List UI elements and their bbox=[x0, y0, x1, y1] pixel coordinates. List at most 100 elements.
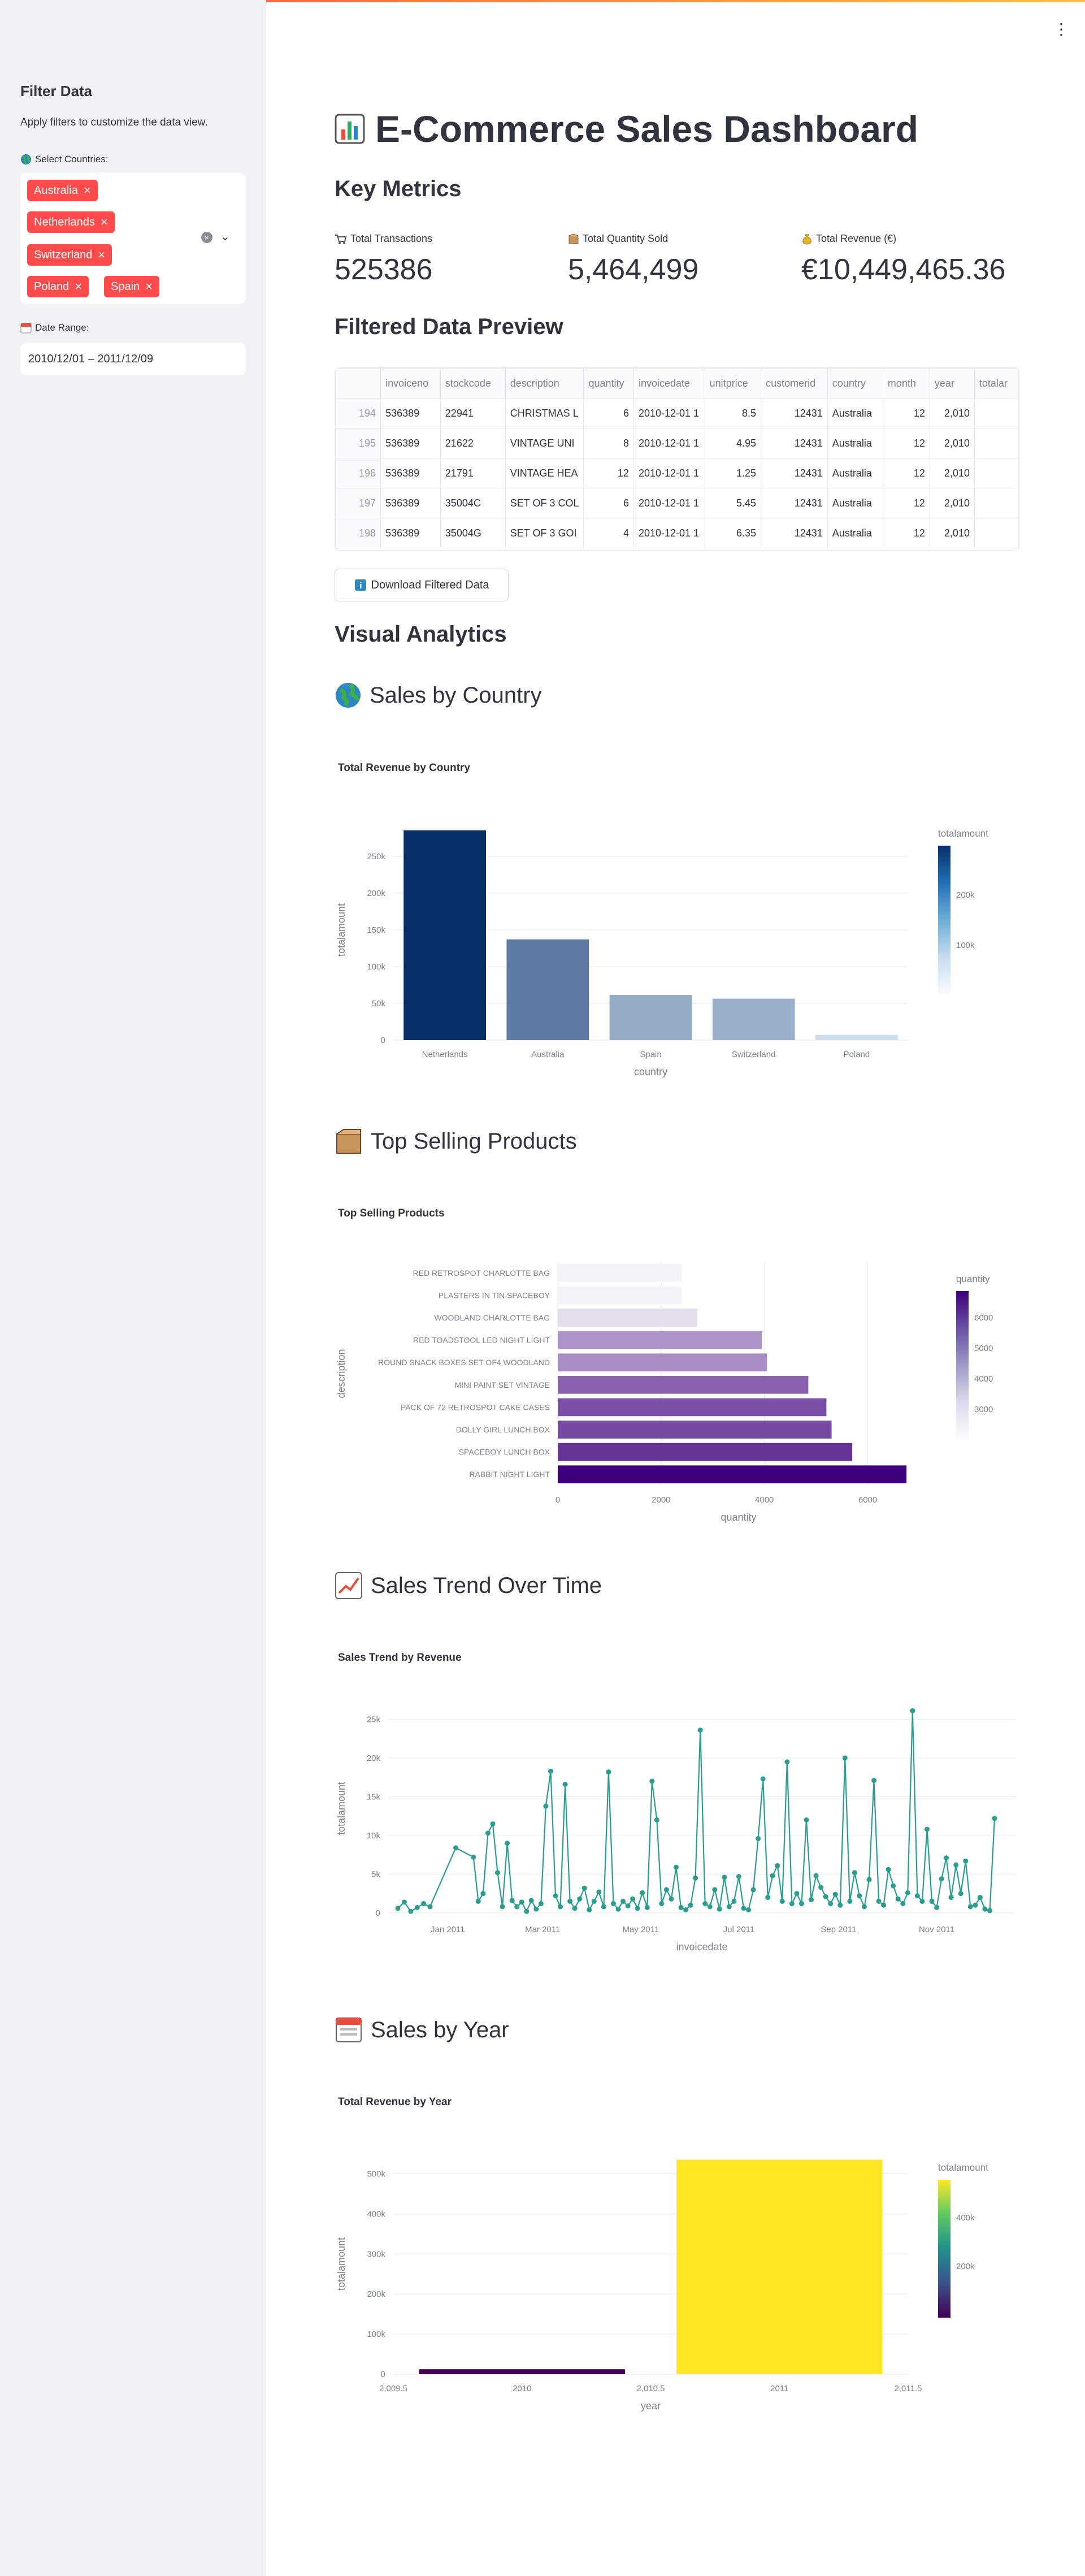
colorbar-tick: 5000 bbox=[974, 1344, 993, 1353]
data-table[interactable]: invoiceno stockcode description quantity… bbox=[335, 367, 1019, 551]
bar bbox=[558, 1465, 907, 1484]
table-row[interactable]: 194 536389 22941 CHRISTMAS L 6 2010-12-01 1 8.… bbox=[335, 398, 1019, 428]
table-cell: SET OF 3 COL bbox=[505, 488, 584, 518]
y-tick-label: 200k bbox=[367, 889, 385, 898]
data-point bbox=[683, 1907, 689, 1913]
calendar-icon bbox=[20, 323, 32, 334]
data-point bbox=[471, 1854, 476, 1860]
colorbar-title: totalamount bbox=[938, 2162, 988, 2173]
visual-analytics-heading: Visual Analytics bbox=[335, 622, 507, 647]
tag-label: Poland bbox=[34, 280, 70, 293]
clear-all-icon[interactable]: × bbox=[201, 232, 212, 243]
top-products-chart[interactable]: Top Selling Products 0 2000 4000 6000 RED RET… bbox=[335, 1192, 1015, 1531]
x-tick-label: Poland bbox=[844, 1050, 870, 1059]
table-cell: CHRISTMAS L bbox=[505, 398, 584, 428]
x-tick-label: 2010 bbox=[513, 2384, 531, 2393]
table-cell: 21622 bbox=[440, 428, 506, 458]
tag-switzerland[interactable]: Switzerland × bbox=[27, 244, 112, 266]
bar-chart-icon bbox=[335, 114, 365, 144]
y-tick-label: 400k bbox=[367, 2209, 385, 2219]
data-point bbox=[697, 1728, 703, 1733]
table-cell: 6 bbox=[583, 398, 634, 428]
page-title-row: E-Commerce Sales Dashboard bbox=[335, 107, 918, 150]
table-cell: 12 bbox=[882, 458, 930, 488]
chevron-down-icon[interactable]: ⌄ bbox=[220, 230, 230, 244]
series-line bbox=[397, 1711, 996, 1913]
sales-trend-chart[interactable]: Sales Trend by Revenue 0 5k 10k 15k 20k 25k Jan… bbox=[335, 1636, 1015, 1975]
sales-by-country-heading-row: Sales by Country bbox=[335, 682, 542, 709]
year-revenue-chart[interactable]: Total Revenue by Year 0 100k 200k 300k 400k 50… bbox=[335, 2080, 1015, 2419]
remove-tag-icon[interactable]: × bbox=[84, 180, 91, 201]
data-point bbox=[596, 1889, 602, 1895]
x-axis-label: quantity bbox=[721, 1512, 756, 1523]
remove-tag-icon[interactable]: × bbox=[98, 244, 105, 266]
column-header[interactable]: year bbox=[929, 368, 975, 399]
table-row[interactable]: 197 536389 35004C SET OF 3 COL 6 2010-12-01 1… bbox=[335, 488, 1019, 518]
column-header[interactable]: invoiceno bbox=[380, 368, 441, 399]
date-range-input[interactable]: 2010/12/01 – 2011/12/09 bbox=[20, 343, 246, 375]
metric-quantity: Total Quantity Sold 5,464,499 bbox=[568, 233, 698, 287]
column-header[interactable]: quantity bbox=[583, 368, 634, 399]
column-header[interactable]: invoicedate bbox=[633, 368, 705, 399]
x-tick-label: Mar 2011 bbox=[525, 1925, 560, 1934]
data-point bbox=[717, 1906, 722, 1912]
data-point bbox=[635, 1906, 640, 1911]
data-point bbox=[453, 1845, 459, 1851]
column-header[interactable] bbox=[335, 368, 381, 399]
y-tick-label: 100k bbox=[367, 962, 385, 972]
y-tick-label: 20k bbox=[367, 1754, 381, 1763]
table-cell: 12 bbox=[583, 458, 634, 488]
table-cell: 2010-12-01 1 bbox=[633, 428, 705, 458]
money-bag-icon bbox=[802, 234, 811, 245]
data-point bbox=[837, 1902, 843, 1908]
data-point bbox=[866, 1877, 872, 1882]
table-cell: 4 bbox=[583, 518, 634, 548]
remove-tag-icon[interactable]: × bbox=[101, 211, 108, 233]
metric-value: €10,449,465.36 bbox=[801, 253, 1006, 286]
y-tick-label: 0 bbox=[381, 1036, 385, 1045]
table-cell: 536389 bbox=[380, 488, 441, 518]
data-point bbox=[509, 1898, 515, 1903]
data-point bbox=[852, 1870, 857, 1876]
data-point bbox=[929, 1898, 935, 1904]
column-header[interactable]: month bbox=[882, 368, 930, 399]
column-header[interactable]: country bbox=[827, 368, 883, 399]
table-cell: 2,010 bbox=[929, 518, 975, 548]
data-point bbox=[944, 1855, 949, 1861]
remove-tag-icon[interactable]: × bbox=[145, 276, 153, 297]
bar bbox=[558, 1443, 853, 1461]
x-tick-label: 2000 bbox=[652, 1495, 670, 1505]
table-cell bbox=[974, 428, 1019, 458]
main-menu-icon[interactable]: ⋮ bbox=[1053, 21, 1069, 37]
data-point bbox=[606, 1769, 611, 1775]
column-header[interactable]: description bbox=[505, 368, 584, 399]
table-cell bbox=[974, 488, 1019, 518]
data-point bbox=[779, 1898, 785, 1904]
country-revenue-chart[interactable]: Total Revenue by Country 0 50k 100k 150k 200k… bbox=[335, 746, 1015, 1085]
column-header[interactable]: unitprice bbox=[704, 368, 762, 399]
sidebar-subtitle: Apply filters to customize the data view… bbox=[20, 116, 208, 128]
table-row[interactable]: 195 536389 21622 VINTAGE UNI 8 2010-12-01 1 4.… bbox=[335, 428, 1019, 458]
data-point bbox=[891, 1883, 896, 1889]
remove-tag-icon[interactable]: × bbox=[75, 276, 82, 297]
download-button[interactable]: Download Filtered Data bbox=[335, 569, 509, 601]
tag-poland[interactable]: Poland × bbox=[27, 276, 89, 297]
column-header[interactable]: stockcode bbox=[440, 368, 506, 399]
data-point bbox=[977, 1895, 983, 1900]
data-point bbox=[832, 1891, 838, 1897]
country-multiselect[interactable]: Australia × Netherlands × Switzerland × Pol… bbox=[20, 173, 246, 304]
tag-spain[interactable]: Spain × bbox=[104, 276, 160, 297]
table-row[interactable]: 198 536389 35004G SET OF 3 GOI 4 2010-12-01 1… bbox=[335, 518, 1019, 548]
data-point bbox=[910, 1708, 915, 1713]
column-header[interactable]: customerid bbox=[761, 368, 828, 399]
tag-netherlands[interactable]: Netherlands × bbox=[27, 211, 115, 233]
countries-label: Select Countries: bbox=[35, 154, 108, 164]
tag-australia[interactable]: Australia × bbox=[27, 180, 98, 201]
table-cell: 536389 bbox=[380, 518, 441, 548]
colorbar-tick: 200k bbox=[956, 2262, 975, 2271]
data-point bbox=[490, 1821, 496, 1826]
column-header[interactable]: totalar bbox=[974, 368, 1019, 399]
table-cell: 5.45 bbox=[704, 488, 762, 518]
table-row[interactable]: 196 536389 21791 VINTAGE HEA 12 2010-12-01 11… bbox=[335, 458, 1019, 488]
table-cell: 536389 bbox=[380, 428, 441, 458]
